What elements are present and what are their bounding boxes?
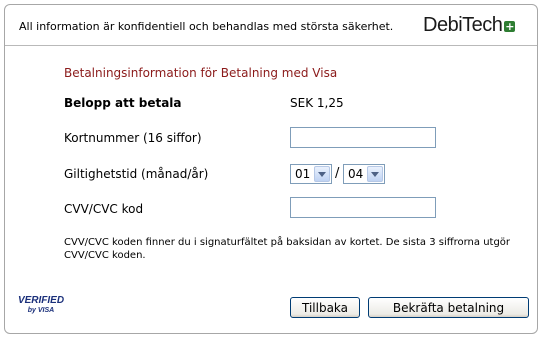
- logo-text: DebiTech: [423, 13, 503, 36]
- expiry-year-select[interactable]: 04: [343, 164, 385, 184]
- cvv-label: CVV/CVC kod: [64, 202, 144, 216]
- expiry-separator: /: [335, 166, 340, 181]
- chevron-down-icon[interactable]: [314, 166, 330, 182]
- debitech-logo: DebiTech +: [423, 13, 516, 36]
- chevron-down-icon[interactable]: [367, 166, 383, 182]
- cvv-input[interactable]: [290, 197, 436, 218]
- section-title: Betalningsinformation för Betalning med …: [64, 66, 338, 80]
- back-button[interactable]: Tillbaka: [290, 297, 360, 318]
- amount-value: SEK 1,25: [290, 96, 344, 110]
- by-visa-text: by VISA: [27, 307, 55, 314]
- expiry-month-value: 01: [295, 167, 311, 181]
- expiry-month-select[interactable]: 01: [290, 164, 332, 184]
- security-notice: All information är konfidentiell och beh…: [19, 20, 394, 33]
- verified-by-visa-logo: VERIFIED by VISA: [15, 295, 67, 321]
- confirm-payment-button[interactable]: Bekräfta betalning: [368, 297, 529, 318]
- cvv-help-text: CVV/CVC koden finner du i signaturfältet…: [64, 237, 511, 261]
- expiry-label: Giltighetstid (månad/år): [64, 167, 209, 181]
- header-divider: [5, 45, 537, 46]
- plus-icon: +: [504, 20, 516, 33]
- expiry-year-value: 04: [348, 167, 364, 181]
- verified-text: VERIFIED: [17, 295, 65, 306]
- amount-label: Belopp att betala: [64, 96, 182, 110]
- card-number-input[interactable]: [290, 127, 436, 148]
- card-number-label: Kortnummer (16 siffor): [64, 131, 202, 145]
